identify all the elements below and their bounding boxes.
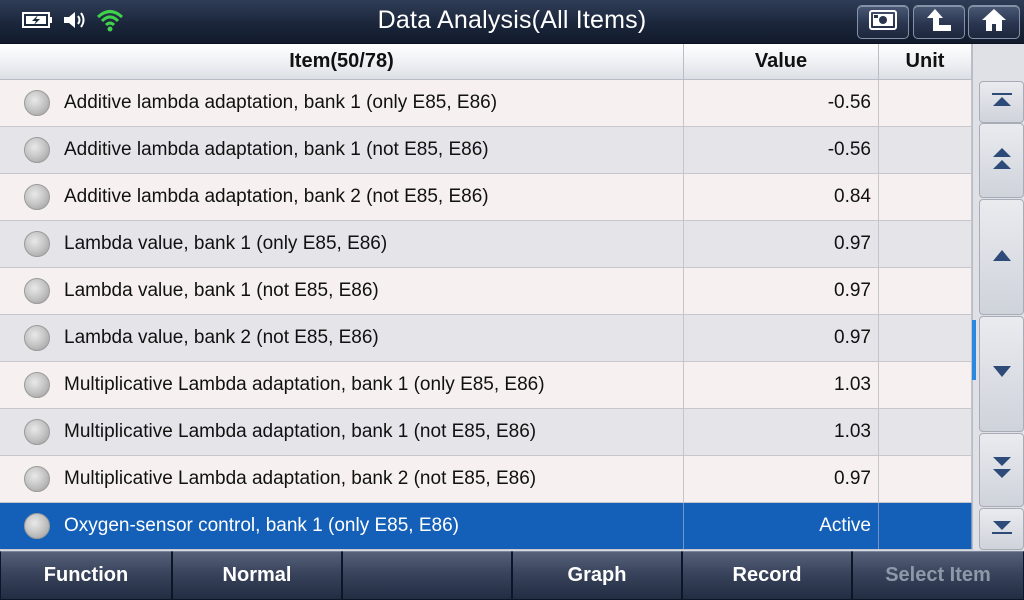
radio-button[interactable]	[24, 419, 50, 445]
home-icon	[980, 7, 1008, 38]
line-up-icon	[990, 247, 1014, 268]
screenshot-button[interactable]	[857, 5, 909, 39]
unit-cell	[879, 174, 972, 220]
home-button[interactable]	[968, 5, 1020, 39]
title-bar: Data Analysis(All Items)	[0, 0, 1024, 44]
column-header-value: Value	[684, 44, 879, 79]
item-label: Lambda value, bank 1 (only E85, E86)	[64, 233, 388, 254]
unit-cell	[879, 268, 972, 314]
page-up-button[interactable]	[979, 123, 1024, 198]
page-up-icon	[990, 145, 1014, 176]
item-label: Additive lambda adaptation, bank 2 (not …	[64, 186, 489, 207]
record-button[interactable]: Record	[682, 551, 852, 600]
value-cell: 0.97	[684, 456, 879, 502]
unit-cell	[879, 221, 972, 267]
table-header: Item(50/78) Value Unit	[0, 44, 972, 80]
radio-button[interactable]	[24, 231, 50, 257]
item-label: Multiplicative Lambda adaptation, bank 1…	[64, 421, 537, 442]
scroll-bottom-button[interactable]	[979, 508, 1024, 550]
value-cell: 0.97	[684, 315, 879, 361]
data-table: Item(50/78) Value Unit Additive lambda a…	[0, 44, 972, 550]
value-cell: -0.56	[684, 127, 879, 173]
value-cell: -0.56	[684, 80, 879, 126]
scroll-top-icon	[990, 92, 1014, 113]
scroll-top-button[interactable]	[979, 81, 1024, 123]
line-down-button[interactable]	[979, 316, 1024, 432]
item-cell: Additive lambda adaptation, bank 1 (only…	[0, 80, 684, 126]
value-cell: 1.03	[684, 409, 879, 455]
item-cell: Lambda value, bank 1 (only E85, E86)	[0, 221, 684, 267]
radio-button[interactable]	[24, 325, 50, 351]
radio-button[interactable]	[24, 513, 50, 539]
value-cell: 0.84	[684, 174, 879, 220]
graph-button[interactable]: Graph	[512, 551, 682, 600]
table-row[interactable]: Additive lambda adaptation, bank 2 (not …	[0, 174, 972, 221]
screenshot-icon	[868, 8, 898, 37]
value-cell: 1.03	[684, 362, 879, 408]
table-row[interactable]: Lambda value, bank 2 (not E85, E86) 0.97	[0, 315, 972, 362]
item-label: Multiplicative Lambda adaptation, bank 2…	[64, 468, 537, 489]
line-up-button[interactable]	[979, 199, 1024, 315]
unit-cell	[879, 362, 972, 408]
function-button[interactable]: Function	[0, 551, 172, 600]
radio-button[interactable]	[24, 372, 50, 398]
page-down-button[interactable]	[979, 433, 1024, 507]
back-up-button[interactable]	[913, 5, 965, 39]
item-label: Lambda value, bank 1 (not E85, E86)	[64, 280, 379, 301]
column-header-item: Item(50/78)	[0, 44, 684, 79]
item-label: Lambda value, bank 2 (not E85, E86)	[64, 327, 379, 348]
unit-cell	[879, 315, 972, 361]
table-row[interactable]: Lambda value, bank 1 (only E85, E86) 0.9…	[0, 221, 972, 268]
item-label: Multiplicative Lambda adaptation, bank 1…	[64, 374, 545, 395]
page-down-icon	[990, 455, 1014, 486]
select-item-button[interactable]: Select Item	[852, 551, 1024, 600]
radio-button[interactable]	[24, 278, 50, 304]
unit-cell	[879, 409, 972, 455]
back-up-icon	[925, 7, 953, 38]
radio-button[interactable]	[24, 90, 50, 116]
bottom-toolbar: Function Normal Graph Record Select Item	[0, 551, 1024, 600]
normal-button[interactable]: Normal	[172, 551, 342, 600]
column-header-unit: Unit	[879, 44, 972, 79]
item-cell: Additive lambda adaptation, bank 1 (not …	[0, 127, 684, 173]
radio-button[interactable]	[24, 466, 50, 492]
item-cell: Lambda value, bank 1 (not E85, E86)	[0, 268, 684, 314]
table-row-selected[interactable]: Oxygen-sensor control, bank 1 (only E85,…	[0, 503, 972, 550]
item-cell: Oxygen-sensor control, bank 1 (only E85,…	[0, 503, 684, 549]
item-cell: Multiplicative Lambda adaptation, bank 1…	[0, 362, 684, 408]
table-row[interactable]: Additive lambda adaptation, bank 1 (not …	[0, 127, 972, 174]
unit-cell	[879, 80, 972, 126]
item-label: Additive lambda adaptation, bank 1 (not …	[64, 139, 489, 160]
table-row[interactable]: Multiplicative Lambda adaptation, bank 1…	[0, 362, 972, 409]
unit-cell	[879, 503, 972, 549]
item-cell: Multiplicative Lambda adaptation, bank 2…	[0, 456, 684, 502]
scroll-position-indicator[interactable]	[972, 320, 976, 380]
item-label: Oxygen-sensor control, bank 1 (only E85,…	[64, 515, 459, 536]
item-cell: Multiplicative Lambda adaptation, bank 1…	[0, 409, 684, 455]
blank-button[interactable]	[342, 551, 512, 600]
item-cell: Additive lambda adaptation, bank 2 (not …	[0, 174, 684, 220]
value-cell: 0.97	[684, 268, 879, 314]
item-cell: Lambda value, bank 2 (not E85, E86)	[0, 315, 684, 361]
radio-button[interactable]	[24, 137, 50, 163]
scroll-bottom-icon	[990, 519, 1014, 540]
unit-cell	[879, 127, 972, 173]
table-row[interactable]: Additive lambda adaptation, bank 1 (only…	[0, 80, 972, 127]
radio-button[interactable]	[24, 184, 50, 210]
item-label: Additive lambda adaptation, bank 1 (only…	[64, 92, 498, 113]
unit-cell	[879, 456, 972, 502]
table-row[interactable]: Multiplicative Lambda adaptation, bank 2…	[0, 456, 972, 503]
line-down-icon	[990, 364, 1014, 385]
value-cell: 0.97	[684, 221, 879, 267]
table-row[interactable]: Multiplicative Lambda adaptation, bank 1…	[0, 409, 972, 456]
value-cell: Active	[684, 503, 879, 549]
table-row[interactable]: Lambda value, bank 1 (not E85, E86) 0.97	[0, 268, 972, 315]
